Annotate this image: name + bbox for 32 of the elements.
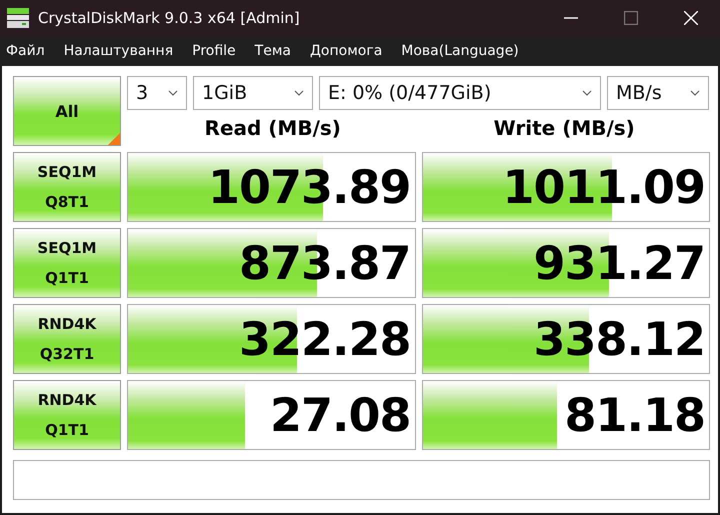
read-value: 322.28 bbox=[238, 312, 412, 366]
menu-item[interactable]: Допомога bbox=[310, 43, 382, 59]
test-button[interactable]: RND4K Q32T1 bbox=[13, 304, 121, 374]
count-dropdown[interactable]: 3 bbox=[127, 76, 187, 110]
column-header: Read (MB/s) bbox=[204, 116, 342, 140]
read-value: 873.87 bbox=[238, 236, 412, 290]
menu-item[interactable]: Файл bbox=[6, 43, 45, 59]
chevron-down-icon bbox=[294, 90, 304, 96]
all-button[interactable]: All bbox=[13, 76, 121, 146]
column-header: Write (MB/s) bbox=[492, 116, 636, 140]
close-icon[interactable] bbox=[684, 11, 698, 25]
write-value: 931.27 bbox=[533, 236, 706, 290]
test-button[interactable]: SEQ1M Q1T1 bbox=[13, 228, 121, 298]
unit-dropdown[interactable]: MB/s bbox=[607, 76, 709, 110]
test-button[interactable]: RND4K Q1T1 bbox=[13, 380, 121, 450]
read-value: 27.08 bbox=[270, 388, 412, 442]
size-dropdown[interactable]: 1GiB bbox=[193, 76, 313, 110]
menu-item[interactable]: Налаштування bbox=[64, 43, 174, 59]
menu-item[interactable]: Тема bbox=[254, 43, 291, 59]
maximize-icon[interactable] bbox=[624, 11, 638, 25]
menu-item[interactable]: Мова(Language) bbox=[401, 43, 519, 59]
write-value: 338.12 bbox=[533, 312, 706, 366]
chevron-down-icon bbox=[168, 90, 178, 96]
window-title: CrystalDiskMark 9.0.3 x64 [Admin] bbox=[38, 9, 300, 27]
drive-dropdown[interactable]: E: 0% (0/477GiB) bbox=[319, 76, 601, 110]
test-button[interactable]: SEQ1M Q8T1 bbox=[13, 152, 121, 222]
write-value: 81.18 bbox=[564, 388, 706, 442]
menu-item[interactable]: Profile bbox=[192, 43, 236, 59]
chevron-down-icon bbox=[582, 90, 592, 96]
disk-drive-icon bbox=[6, 7, 30, 29]
comment-field[interactable] bbox=[13, 460, 710, 500]
chevron-down-icon bbox=[690, 90, 700, 96]
